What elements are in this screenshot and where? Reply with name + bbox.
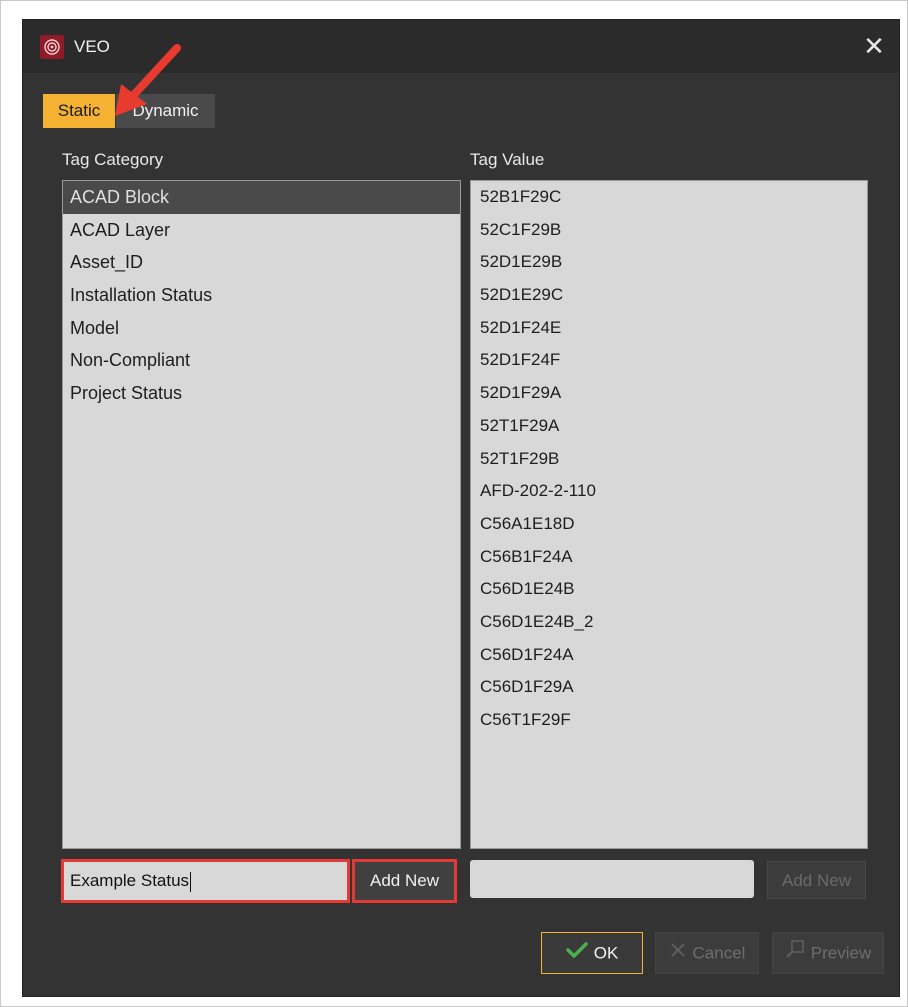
list-item[interactable]: 52T1F29B xyxy=(471,443,867,476)
list-item[interactable]: Asset_ID xyxy=(63,246,460,279)
list-item[interactable]: ACAD Block xyxy=(63,181,460,214)
list-item[interactable]: AFD-202-2-110 xyxy=(471,475,867,508)
veo-logo-icon xyxy=(40,35,64,59)
text-caret xyxy=(190,871,192,892)
list-item[interactable]: 52T1F29A xyxy=(471,410,867,443)
tag-category-list[interactable]: ACAD Block ACAD Layer Asset_ID Installat… xyxy=(62,180,461,849)
list-item[interactable]: Installation Status xyxy=(63,279,460,312)
tag-value-label: Tag Value xyxy=(470,150,545,169)
list-item[interactable]: C56D1E24B xyxy=(471,573,867,606)
list-item[interactable]: 52D1F29A xyxy=(471,377,867,410)
ok-button[interactable]: OK xyxy=(541,932,643,974)
list-item[interactable]: C56T1F29F xyxy=(471,704,867,737)
preview-button[interactable]: Preview xyxy=(772,932,884,974)
list-item[interactable]: C56A1E18D xyxy=(471,508,867,541)
value-name-input[interactable] xyxy=(470,860,754,898)
tag-value-list[interactable]: 52B1F29C 52C1F29B 52D1E29B 52D1E29C 52D1… xyxy=(470,180,868,849)
check-icon xyxy=(565,934,588,974)
list-item[interactable]: 52B1F29C xyxy=(471,181,867,214)
list-item[interactable]: C56B1F24A xyxy=(471,541,867,574)
list-item[interactable]: C56D1F24A xyxy=(471,639,867,672)
list-item[interactable]: ACAD Layer xyxy=(63,214,460,247)
annotation-arrow-icon xyxy=(115,44,181,116)
category-input-value: Example Status xyxy=(70,871,190,890)
list-item[interactable]: C56D1E24B_2 xyxy=(471,606,867,639)
veo-dialog: VEO ✕ Static Dynamic Tag Category Tag Va… xyxy=(22,19,900,997)
list-item[interactable]: 52C1F29B xyxy=(471,214,867,247)
list-item[interactable]: 52D1E29B xyxy=(471,246,867,279)
category-name-input[interactable]: Example Status xyxy=(61,859,350,903)
list-item[interactable]: 52D1E29C xyxy=(471,279,867,312)
window-title: VEO xyxy=(74,37,110,56)
preview-icon xyxy=(785,934,805,974)
list-item[interactable]: Model xyxy=(63,312,460,345)
ok-label: OK xyxy=(593,943,619,963)
list-item[interactable]: 52D1F24F xyxy=(471,344,867,377)
cancel-button[interactable]: Cancel xyxy=(655,932,759,974)
close-icon[interactable]: ✕ xyxy=(859,31,889,61)
list-item[interactable]: Project Status xyxy=(63,377,460,410)
tag-category-label: Tag Category xyxy=(62,150,164,169)
add-category-button[interactable]: Add New xyxy=(352,859,457,903)
list-item[interactable]: Non-Compliant xyxy=(63,344,460,377)
tab-static[interactable]: Static xyxy=(43,94,115,128)
x-icon xyxy=(669,934,687,974)
add-value-button[interactable]: Add New xyxy=(767,861,866,899)
list-item[interactable]: 52D1F24E xyxy=(471,312,867,345)
cancel-label: Cancel xyxy=(692,943,746,963)
preview-label: Preview xyxy=(810,943,872,963)
list-item[interactable]: C56D1F29A xyxy=(471,671,867,704)
